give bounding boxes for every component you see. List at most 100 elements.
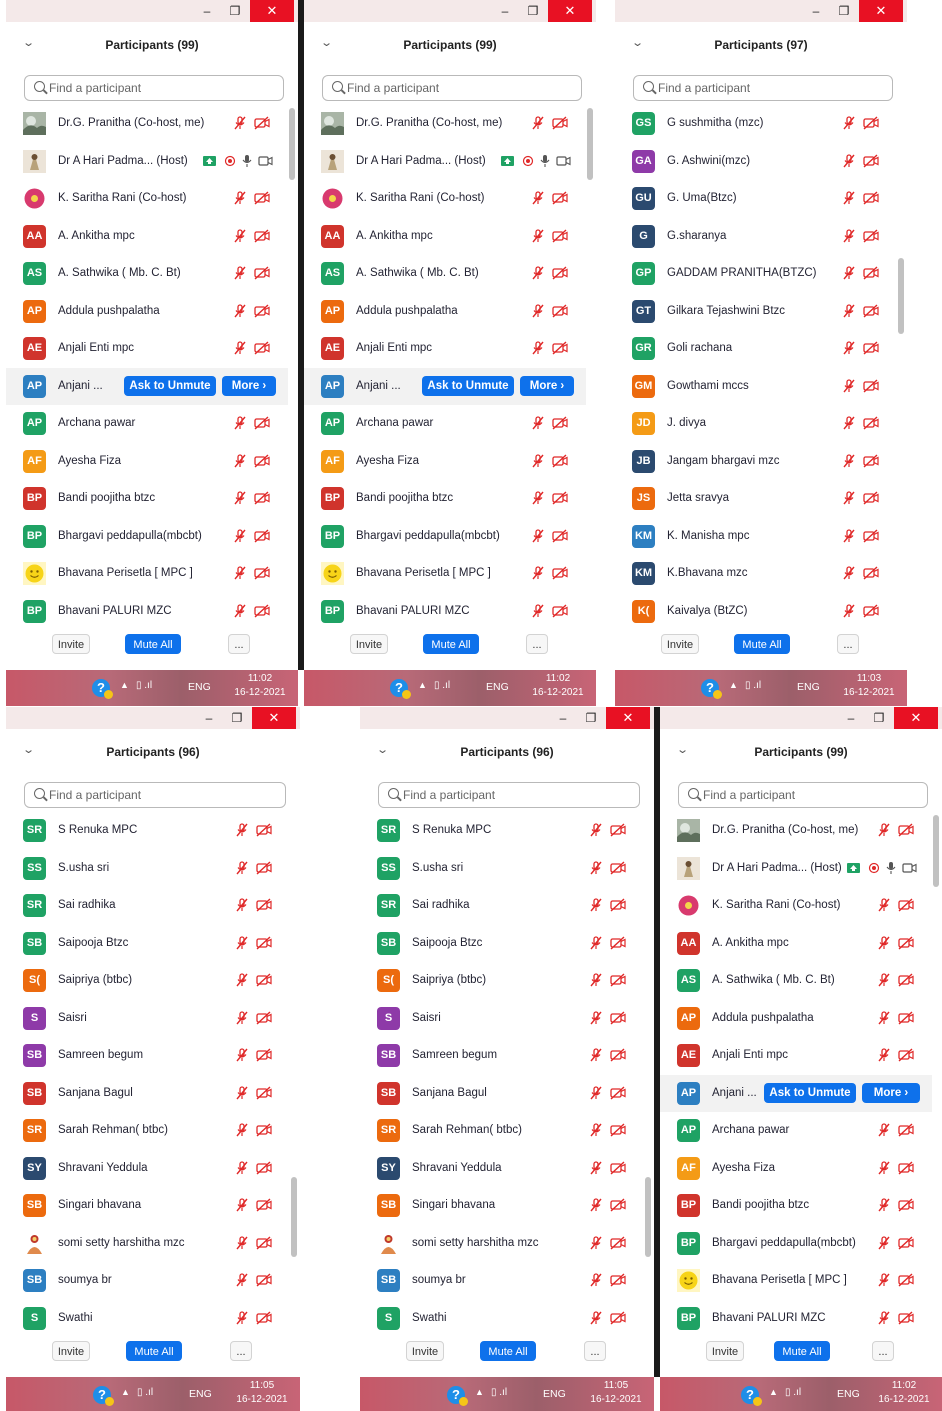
restore-button[interactable]: ❐ (866, 707, 892, 729)
participant-row[interactable]: AP Archana pawar (660, 1112, 932, 1150)
more-button[interactable]: More › (222, 375, 276, 396)
list-scrollbar[interactable] (291, 1177, 297, 1257)
mic-muted-icon[interactable] (234, 897, 250, 918)
clock-date[interactable]: 16-12-2021 (588, 1394, 644, 1405)
video-off-icon[interactable] (862, 115, 880, 136)
video-off-icon[interactable] (862, 490, 880, 511)
video-off-icon[interactable] (862, 228, 880, 249)
video-off-icon[interactable] (897, 1310, 915, 1331)
network-signal-icon[interactable]: ▯ .ıl (434, 680, 450, 691)
video-off-icon[interactable] (609, 897, 627, 918)
participant-row[interactable]: GP GADDAM PRANITHA(BTZC) (615, 255, 897, 293)
video-off-icon[interactable] (253, 603, 271, 624)
video-off-icon[interactable] (862, 603, 880, 624)
restore-button[interactable]: ❐ (520, 0, 546, 22)
participant-row[interactable]: Dr A Hari Padma... (Host) (304, 143, 586, 181)
video-off-icon[interactable] (897, 1235, 915, 1256)
mic-muted-icon[interactable] (588, 935, 604, 956)
participant-row[interactable]: Bhavana Perisetla [ MPC ] (6, 555, 288, 593)
more-options-button[interactable]: ... (872, 1341, 894, 1361)
video-off-icon[interactable] (255, 1310, 273, 1331)
video-off-icon[interactable] (551, 490, 569, 511)
search-input[interactable] (403, 785, 563, 805)
video-off-icon[interactable] (253, 265, 271, 286)
video-off-icon[interactable] (862, 528, 880, 549)
video-off-icon[interactable] (253, 190, 271, 211)
mic-muted-icon[interactable] (841, 190, 857, 211)
participant-row[interactable]: BP Bhavani PALURI MZC (6, 593, 288, 625)
invite-button[interactable]: Invite (406, 1341, 444, 1361)
video-off-icon[interactable] (897, 1010, 915, 1031)
participant-row[interactable]: S Saisri (6, 1000, 290, 1038)
more-options-button[interactable]: ... (228, 634, 250, 654)
mic-muted-icon[interactable] (841, 265, 857, 286)
invite-button[interactable]: Invite (706, 1341, 744, 1361)
participant-row[interactable]: BP Bhargavi peddapulla(mbcbt) (304, 518, 586, 556)
video-off-icon[interactable] (255, 860, 273, 881)
participant-row[interactable]: AS A. Sathwika ( Mb. C. Bt) (6, 255, 288, 293)
participant-row[interactable]: somi setty harshitha mzc (6, 1225, 290, 1263)
clock-date[interactable]: 16-12-2021 (841, 687, 897, 698)
mic-muted-icon[interactable] (232, 115, 248, 136)
participant-row[interactable]: S Swathi (360, 1300, 644, 1332)
participant-row[interactable]: SR S Renuka MPC (6, 812, 290, 850)
close-button[interactable]: ✕ (859, 0, 903, 22)
mic-muted-icon[interactable] (234, 1235, 250, 1256)
mic-muted-icon[interactable] (588, 1010, 604, 1031)
video-off-icon[interactable] (609, 972, 627, 993)
participant-row[interactable]: Bhavana Perisetla [ MPC ] (660, 1262, 932, 1300)
mic-muted-icon[interactable] (234, 972, 250, 993)
participant-row[interactable]: SR Sarah Rehman( btbc) (6, 1112, 290, 1150)
participant-row[interactable]: GS G sushmitha (mzc) (615, 105, 897, 143)
mic-muted-icon[interactable] (234, 935, 250, 956)
mute-all-button[interactable]: Mute All (734, 634, 790, 654)
mic-muted-icon[interactable] (841, 303, 857, 324)
participant-row[interactable]: SR Sarah Rehman( btbc) (360, 1112, 644, 1150)
mic-muted-icon[interactable] (588, 972, 604, 993)
mute-all-button[interactable]: Mute All (126, 1341, 182, 1361)
participant-row[interactable]: Bhavana Perisetla [ MPC ] (304, 555, 586, 593)
network-signal-icon[interactable]: ▯ .ıl (745, 680, 761, 691)
video-off-icon[interactable] (551, 528, 569, 549)
video-off-icon[interactable] (609, 1272, 627, 1293)
participant-row[interactable]: SB soumya br (360, 1262, 644, 1300)
participant-row[interactable]: AA A. Ankitha mpc (660, 925, 932, 963)
mic-muted-icon[interactable] (232, 453, 248, 474)
mic-muted-icon[interactable] (530, 303, 546, 324)
search-input[interactable] (49, 785, 209, 805)
video-off-icon[interactable] (253, 453, 271, 474)
mic-muted-icon[interactable] (841, 490, 857, 511)
more-button[interactable]: More › (520, 375, 574, 396)
input-language[interactable]: ENG (188, 681, 211, 693)
mic-muted-icon[interactable] (232, 228, 248, 249)
video-off-icon[interactable] (551, 603, 569, 624)
participant-row[interactable]: AE Anjali Enti mpc (660, 1037, 932, 1075)
video-off-icon[interactable] (255, 1047, 273, 1068)
ask-to-unmute-button[interactable]: Ask to Unmute (422, 375, 514, 396)
mic-muted-icon[interactable] (588, 1272, 604, 1293)
ask-to-unmute-button[interactable]: Ask to Unmute (764, 1082, 856, 1103)
participant-row[interactable]: BP Bhavani PALURI MZC (304, 593, 586, 625)
search-box[interactable] (678, 782, 928, 808)
participant-row[interactable]: SB Samreen begum (6, 1037, 290, 1075)
mic-muted-icon[interactable] (876, 1122, 892, 1143)
video-off-icon[interactable] (255, 1235, 273, 1256)
help-icon[interactable]: ? (447, 1386, 468, 1406)
participant-row[interactable]: SB Singari bhavana (360, 1187, 644, 1225)
participant-row[interactable]: SY Shravani Yeddula (360, 1150, 644, 1188)
close-button[interactable]: ✕ (606, 707, 650, 729)
video-off-icon[interactable] (897, 822, 915, 843)
help-icon[interactable]: ? (390, 679, 411, 699)
mic-muted-icon[interactable] (876, 1010, 892, 1031)
participant-row[interactable]: somi setty harshitha mzc (360, 1225, 644, 1263)
participant-row[interactable]: Dr A Hari Padma... (Host) (660, 850, 932, 888)
video-off-icon[interactable] (551, 415, 569, 436)
mic-muted-icon[interactable] (234, 1272, 250, 1293)
participant-row[interactable]: Dr A Hari Padma... (Host) (6, 143, 288, 181)
clock-time[interactable]: 11:02 (232, 673, 288, 684)
video-off-icon[interactable] (609, 935, 627, 956)
video-off-icon[interactable] (551, 265, 569, 286)
mic-muted-icon[interactable] (841, 115, 857, 136)
video-off-icon[interactable] (253, 303, 271, 324)
participant-row[interactable]: AE Anjali Enti mpc (6, 330, 288, 368)
